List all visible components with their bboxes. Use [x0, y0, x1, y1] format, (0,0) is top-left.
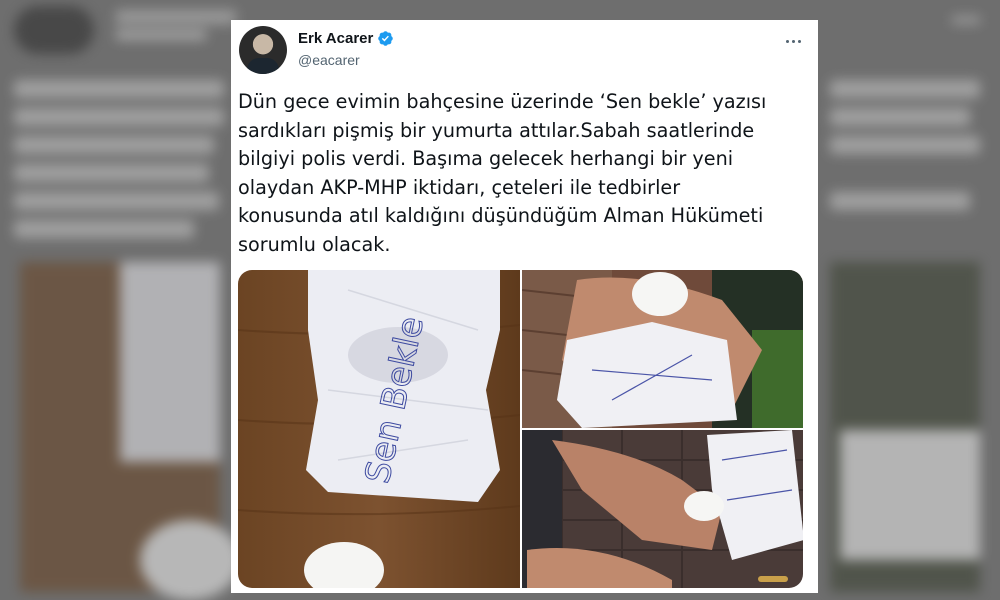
photo-paper-on-table[interactable]: Sen Bekle [238, 270, 520, 588]
author-name[interactable]: Erk Acarer [298, 30, 373, 47]
author-avatar[interactable] [239, 26, 287, 74]
verified-badge-icon [378, 31, 394, 46]
author-name-row: Erk Acarer [298, 30, 394, 47]
more-options-button[interactable] [782, 30, 804, 52]
tweet-card: Erk Acarer @eacarer Dün gece evimin bahç… [231, 20, 818, 593]
tweet-media-grid[interactable]: Sen Bekle [238, 270, 803, 588]
tweet-text: Dün gece evimin bahçesine üzerinde ‘Sen … [238, 90, 767, 256]
photo-egg-in-hand[interactable] [522, 270, 803, 428]
ellipsis-horizontal-icon [785, 39, 789, 43]
author-handle[interactable]: @eacarer [298, 52, 360, 68]
photo-egg-on-palm[interactable] [522, 430, 803, 588]
